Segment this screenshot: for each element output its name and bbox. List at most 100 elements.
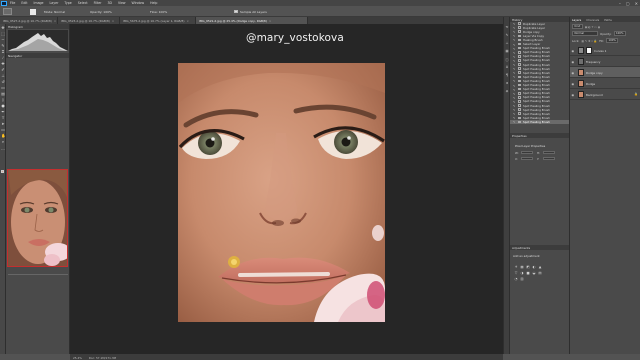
- vibrance-icon[interactable]: ▲: [538, 265, 542, 269]
- filter-icons[interactable]: ▣ ◐ T ▭ ◉: [585, 25, 600, 29]
- mode-dropdown[interactable]: Mode: Normal: [44, 10, 65, 14]
- layer-mask-thumbnail[interactable]: [586, 47, 592, 54]
- minimize-button[interactable]: –: [619, 1, 621, 6]
- navigator-zoom-slider[interactable]: [8, 274, 68, 277]
- black-white-icon[interactable]: ■: [526, 271, 530, 275]
- tab-layers[interactable]: Layers: [572, 18, 581, 22]
- adjustments-panel-header[interactable]: Adjustments: [510, 245, 569, 250]
- zoom-level[interactable]: 25.4%: [73, 356, 82, 360]
- hand-tool-icon[interactable]: ✋: [1, 134, 6, 138]
- history-brush-source-icon[interactable]: ✎: [513, 120, 515, 124]
- document-tab-active[interactable]: IMG_9521-2.jpg @ 25.4% (Dodge copy, RGB/…: [196, 17, 308, 24]
- color-balance-icon[interactable]: ◑: [520, 271, 524, 275]
- close-button[interactable]: ✕: [635, 1, 638, 6]
- layer-row-dodge[interactable]: ◉ Dodge: [570, 78, 640, 89]
- close-icon[interactable]: ×: [269, 19, 271, 23]
- layer-row-curves-1[interactable]: ◉ Curves 1: [570, 45, 640, 56]
- menu-filter[interactable]: Filter: [94, 1, 102, 5]
- menu-select[interactable]: Select: [78, 1, 88, 5]
- lock-icons[interactable]: ▦ ✎ ✥ ⌗ 🔒: [581, 39, 597, 43]
- menu-image[interactable]: Image: [34, 1, 44, 5]
- eye-icon[interactable]: ◉: [572, 49, 575, 53]
- eye-icon[interactable]: ◉: [572, 82, 575, 86]
- path-select-tool-icon[interactable]: ➤: [1, 122, 5, 126]
- navigator-panel-header[interactable]: Navigator: [6, 53, 69, 58]
- document-tab[interactable]: IMG_9523-2.jpg @ 16.7% (RGB/8) ×: [58, 17, 120, 24]
- close-icon[interactable]: ×: [112, 19, 114, 23]
- x-field[interactable]: [521, 156, 533, 160]
- invert-icon[interactable]: ◔: [514, 277, 518, 281]
- curves-icon[interactable]: ◩: [526, 265, 530, 269]
- photo-filter-icon[interactable]: ◒: [532, 271, 536, 275]
- layer-opacity-field[interactable]: 100%: [613, 30, 626, 37]
- shape-tool-icon[interactable]: ▭: [1, 128, 5, 132]
- clone-stamp-tool-icon[interactable]: ⊥: [1, 74, 5, 78]
- dodge-tool-icon[interactable]: ●: [1, 104, 5, 108]
- history-state-item[interactable]: ✎ Spot Healing Brush: [510, 119, 570, 124]
- y-field[interactable]: [543, 156, 555, 160]
- marquee-tool-icon[interactable]: ⬚: [1, 32, 5, 36]
- sample-all-layers-label: Sample All Layers: [240, 9, 267, 14]
- eye-icon[interactable]: ◉: [572, 71, 575, 75]
- flow-field[interactable]: Flow: 100%: [150, 10, 167, 14]
- properties-content: Pixel Layer Properties W: H: X: Y:: [512, 144, 568, 164]
- width-field[interactable]: [521, 150, 533, 154]
- channel-mixer-icon[interactable]: ▤: [538, 271, 542, 275]
- brightness-contrast-icon[interactable]: ☀: [514, 265, 518, 269]
- lasso-tool-icon[interactable]: ∽: [1, 38, 5, 42]
- close-icon[interactable]: ×: [54, 19, 56, 23]
- exposure-icon[interactable]: ◐: [532, 265, 536, 269]
- hue-saturation-icon[interactable]: ▽: [514, 271, 518, 275]
- close-icon[interactable]: ×: [186, 19, 188, 23]
- menu-file[interactable]: File: [10, 1, 15, 5]
- gradient-map-icon[interactable]: ▥: [520, 277, 524, 281]
- healing-brush-tool-icon[interactable]: ✚: [1, 62, 5, 66]
- levels-icon[interactable]: ▦: [520, 265, 524, 269]
- eyedropper-tool-icon[interactable]: ⁄: [1, 56, 5, 60]
- status-bar: 25.4% Doc: 57.1M/171.3M: [70, 354, 503, 360]
- menu-layer[interactable]: Layer: [50, 1, 59, 5]
- document-tab[interactable]: IMG_9527-2.jpg @ 16.7% (RGB/8) ×: [0, 17, 58, 24]
- tab-channels[interactable]: Channels: [586, 18, 599, 22]
- blur-tool-icon[interactable]: ◊: [1, 98, 5, 102]
- sample-all-layers-checkbox[interactable]: [234, 9, 238, 13]
- menu-edit[interactable]: Edit: [21, 1, 27, 5]
- blend-mode-dropdown[interactable]: Normal: [572, 30, 598, 37]
- opacity-field[interactable]: Opacity: 100%: [90, 10, 112, 14]
- layer-kind-filter[interactable]: Kind: [572, 23, 583, 30]
- canvas-area[interactable]: @mary_vostokova: [70, 24, 503, 354]
- histogram-panel-header[interactable]: Histogram: [6, 24, 69, 29]
- navigator-preview[interactable]: [7, 169, 68, 267]
- move-tool-icon[interactable]: ✥: [1, 26, 5, 30]
- foreground-color-swatch[interactable]: [0, 170, 4, 174]
- layer-fill-field[interactable]: 100%: [605, 37, 619, 44]
- eraser-tool-icon[interactable]: ▭: [1, 86, 5, 90]
- menu-3d[interactable]: 3D: [107, 1, 111, 5]
- brush-preview-swatch[interactable]: [30, 8, 36, 15]
- properties-panel-header[interactable]: Properties: [510, 133, 569, 138]
- more-tools-icon[interactable]: ⋯: [1, 148, 5, 152]
- tab-paths[interactable]: Paths: [604, 18, 612, 22]
- document-tab[interactable]: IMG_5675-2.jpg @ 16.7% (Layer 1, RGB/8) ×: [120, 17, 196, 24]
- tool-preset-picker[interactable]: [3, 8, 12, 15]
- height-field[interactable]: [543, 150, 555, 154]
- type-tool-icon[interactable]: T: [1, 116, 5, 120]
- layer-row-background[interactable]: ◉ Background 🔒: [570, 89, 640, 100]
- pen-tool-icon[interactable]: ✒: [1, 110, 5, 114]
- quick-select-tool-icon[interactable]: ✎: [1, 44, 5, 48]
- menu-view[interactable]: View: [118, 1, 126, 5]
- menu-help[interactable]: Help: [150, 1, 157, 5]
- layer-row-frequency[interactable]: ◉ Frequency: [570, 56, 640, 67]
- brush-tool-icon[interactable]: ✐: [1, 68, 5, 72]
- crop-tool-icon[interactable]: ⌗: [1, 50, 5, 54]
- menu-type[interactable]: Type: [64, 1, 71, 5]
- document-canvas[interactable]: [178, 63, 385, 322]
- gradient-tool-icon[interactable]: ▤: [1, 92, 5, 96]
- history-brush-tool-icon[interactable]: ↺: [1, 80, 5, 84]
- layer-row-dodge-copy[interactable]: ◉ Dodge copy: [570, 67, 640, 78]
- maximize-button[interactable]: ▢: [626, 1, 630, 6]
- zoom-tool-icon[interactable]: ⌕: [1, 140, 5, 144]
- eye-icon[interactable]: ◉: [572, 93, 575, 97]
- eye-icon[interactable]: ◉: [572, 60, 575, 64]
- menu-window[interactable]: Window: [132, 1, 145, 5]
